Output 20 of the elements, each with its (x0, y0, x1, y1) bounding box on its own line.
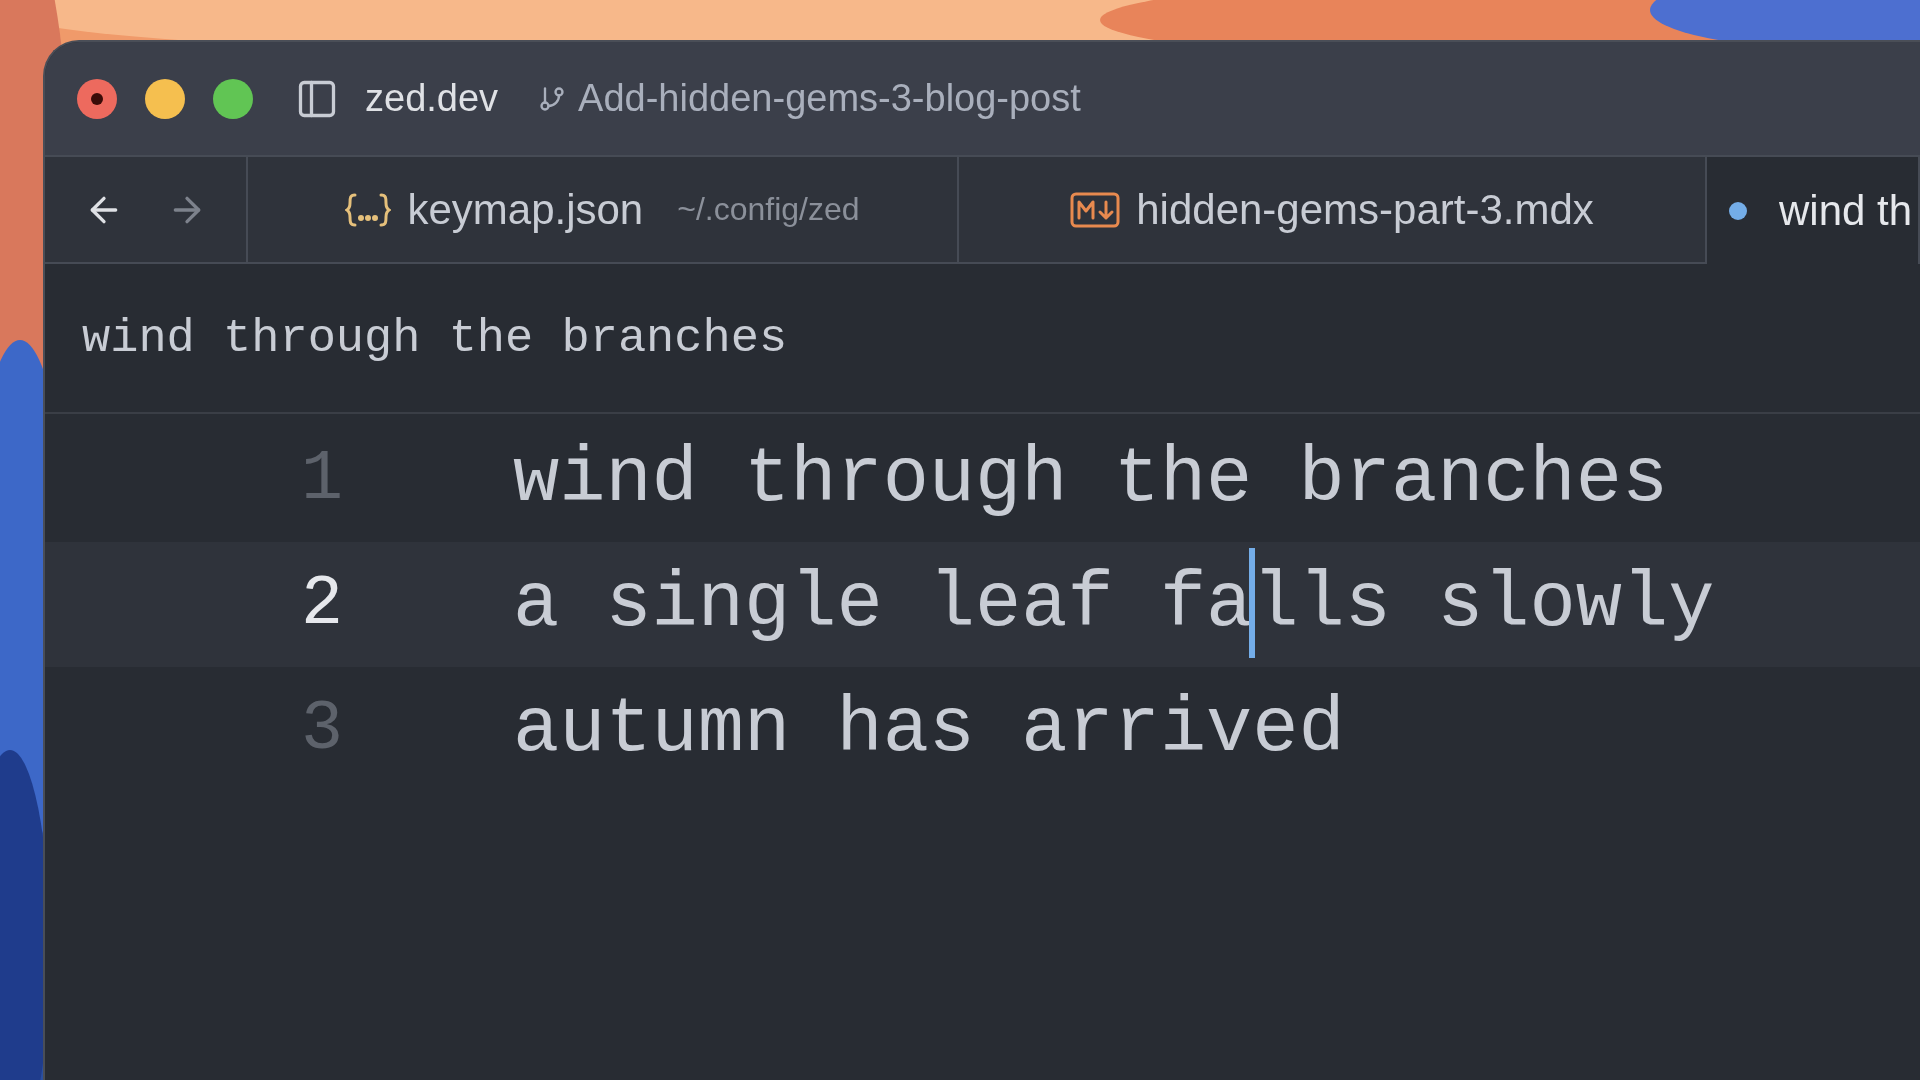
line-number: 2 (300, 565, 343, 644)
branch-name[interactable]: Add-hidden-gems-3-blog-post (578, 77, 1081, 120)
breadcrumb[interactable]: wind through the branches (82, 311, 788, 365)
code-line: autumn has arrived (513, 686, 1345, 773)
tab-label: hidden-gems-part-3.mdx (1136, 185, 1594, 234)
zoom-window-button[interactable] (213, 78, 253, 119)
tab-path: ~/.config/zed (677, 191, 860, 228)
line-number: 3 (300, 690, 343, 769)
code-line: wind through the branches (513, 436, 1669, 523)
tab-label: wind th (1779, 186, 1913, 235)
close-window-button[interactable] (77, 78, 117, 119)
tab-label: keymap.json (407, 185, 644, 234)
project-name[interactable]: zed.dev (365, 77, 499, 120)
code-line: a single leaf falls slowly (513, 561, 1715, 648)
markdown-icon (1070, 191, 1121, 228)
line-number: 1 (300, 440, 343, 519)
branch-icon (538, 84, 567, 113)
braces-icon (345, 191, 392, 228)
editor-tab[interactable]: wind th (1707, 157, 1920, 264)
minimize-window-button[interactable] (145, 78, 185, 119)
